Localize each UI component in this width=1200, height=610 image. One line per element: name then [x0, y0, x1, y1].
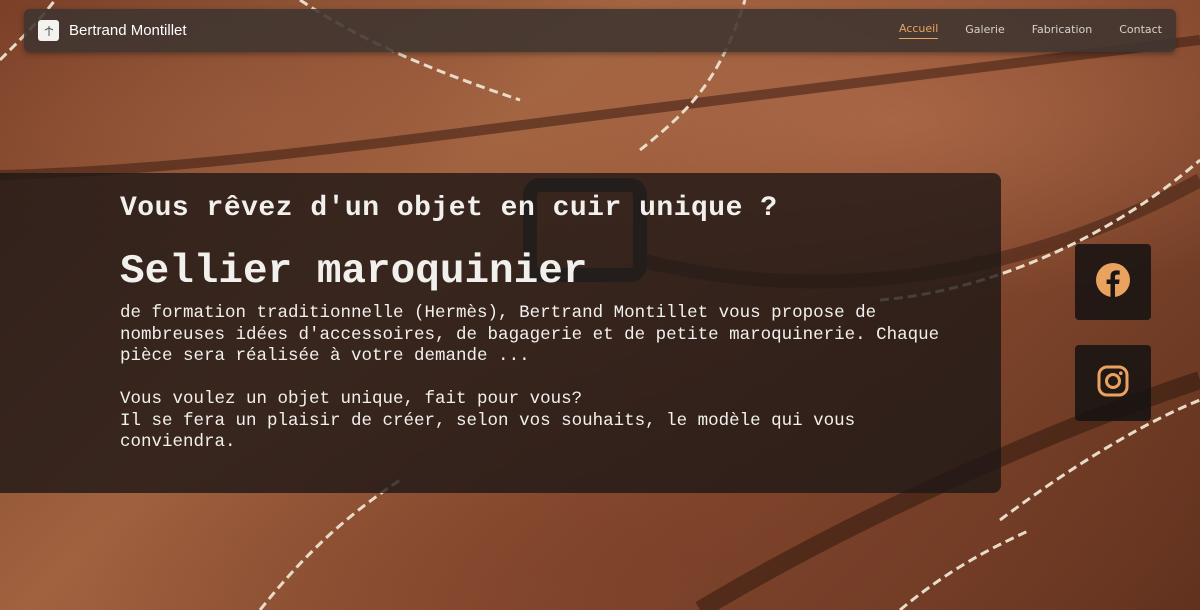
hero-paragraph-intro: de formation traditionnelle (Hermès), Be… — [120, 303, 940, 366]
nav-link-contact[interactable]: Contact — [1119, 23, 1162, 39]
hero-title: Sellier maroquinier — [120, 249, 588, 295]
top-navbar: Bertrand Montillet Accueil Galerie Fabri… — [24, 9, 1176, 52]
facebook-icon — [1095, 262, 1131, 302]
instagram-button[interactable] — [1075, 345, 1151, 421]
main-nav: Accueil Galerie Fabrication Contact — [899, 22, 1162, 39]
nav-link-fabrication[interactable]: Fabrication — [1032, 23, 1092, 39]
instagram-icon — [1097, 365, 1129, 401]
hero-paragraph-offer: Il se fera un plaisir de créer, selon vo… — [120, 410, 856, 453]
hero-panel: Vous rêvez d'un objet en cuir unique ? S… — [0, 173, 1001, 493]
nav-link-accueil[interactable]: Accueil — [899, 22, 939, 39]
nav-link-galerie[interactable]: Galerie — [965, 23, 1004, 39]
brand-name: Bertrand Montillet — [69, 22, 187, 39]
hero-paragraph-question: Vous voulez un objet unique, fait pour v… — [120, 389, 583, 409]
hero-subtitle: Vous rêvez d'un objet en cuir unique ? — [120, 193, 778, 224]
facebook-button[interactable] — [1075, 244, 1151, 320]
brand[interactable]: Bertrand Montillet — [38, 20, 187, 41]
brand-logo-icon — [38, 20, 59, 41]
